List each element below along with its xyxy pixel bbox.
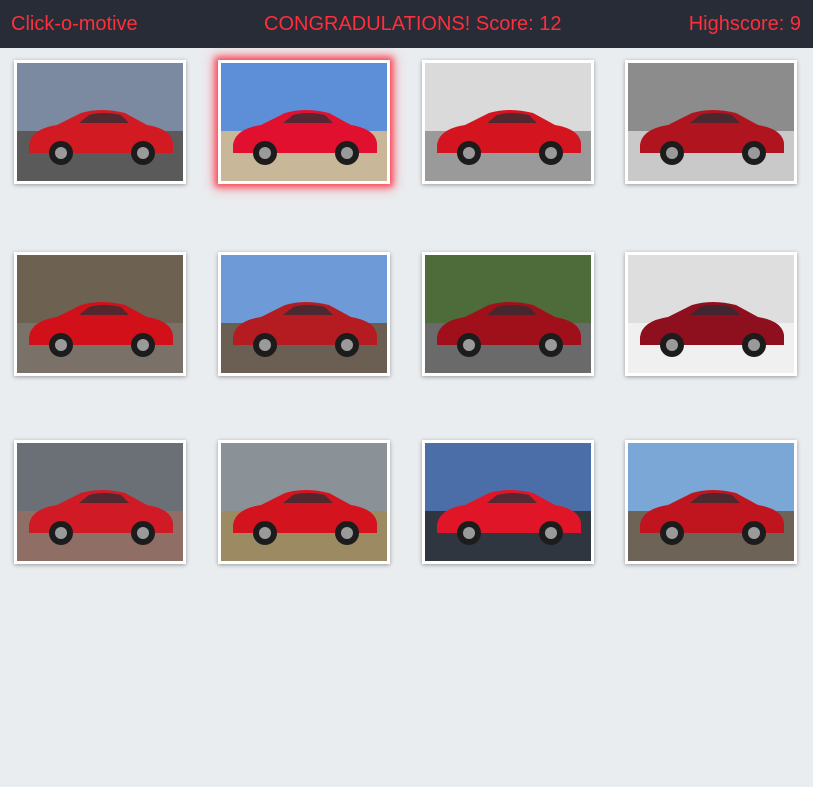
red-saleen-s7-card[interactable] <box>14 252 186 376</box>
red-audi-r8-spyder-card[interactable] <box>218 60 390 184</box>
red-pagani-huayra-card[interactable] <box>14 440 186 564</box>
red-car-photo <box>17 63 183 181</box>
red-maserati-granturismo-card[interactable] <box>218 440 390 564</box>
top-bar: Click-o-motive CONGRADULATIONS! Score: 1… <box>0 0 813 48</box>
red-car-photo <box>17 443 183 561</box>
red-car-photo <box>425 255 591 373</box>
red-car-photo <box>628 255 794 373</box>
app-title: Click-o-motive <box>11 13 138 35</box>
red-car-photo <box>425 443 591 561</box>
red-car-photo <box>221 443 387 561</box>
red-car-photo <box>425 63 591 181</box>
red-car-photo <box>628 443 794 561</box>
red-car-photo <box>628 63 794 181</box>
red-corvette-convertible-card[interactable] <box>625 440 797 564</box>
red-mercedes-sl-card[interactable] <box>625 60 797 184</box>
red-alfa-8c-card[interactable] <box>422 252 594 376</box>
red-car-photo <box>221 63 387 181</box>
car-card-grid <box>0 48 813 787</box>
red-car-photo <box>221 255 387 373</box>
red-ferrari-458-card[interactable] <box>422 60 594 184</box>
red-car-photo <box>17 255 183 373</box>
score-status: CONGRADULATIONS! Score: 12 <box>264 13 562 35</box>
red-mclaren-650s-spider-card[interactable] <box>625 252 797 376</box>
highscore-display: Highscore: 9 <box>688 13 801 35</box>
red-lamborghini-gallardo-card[interactable] <box>422 440 594 564</box>
red-porsche-911-card[interactable] <box>14 60 186 184</box>
red-bentley-convertible-card[interactable] <box>218 252 390 376</box>
